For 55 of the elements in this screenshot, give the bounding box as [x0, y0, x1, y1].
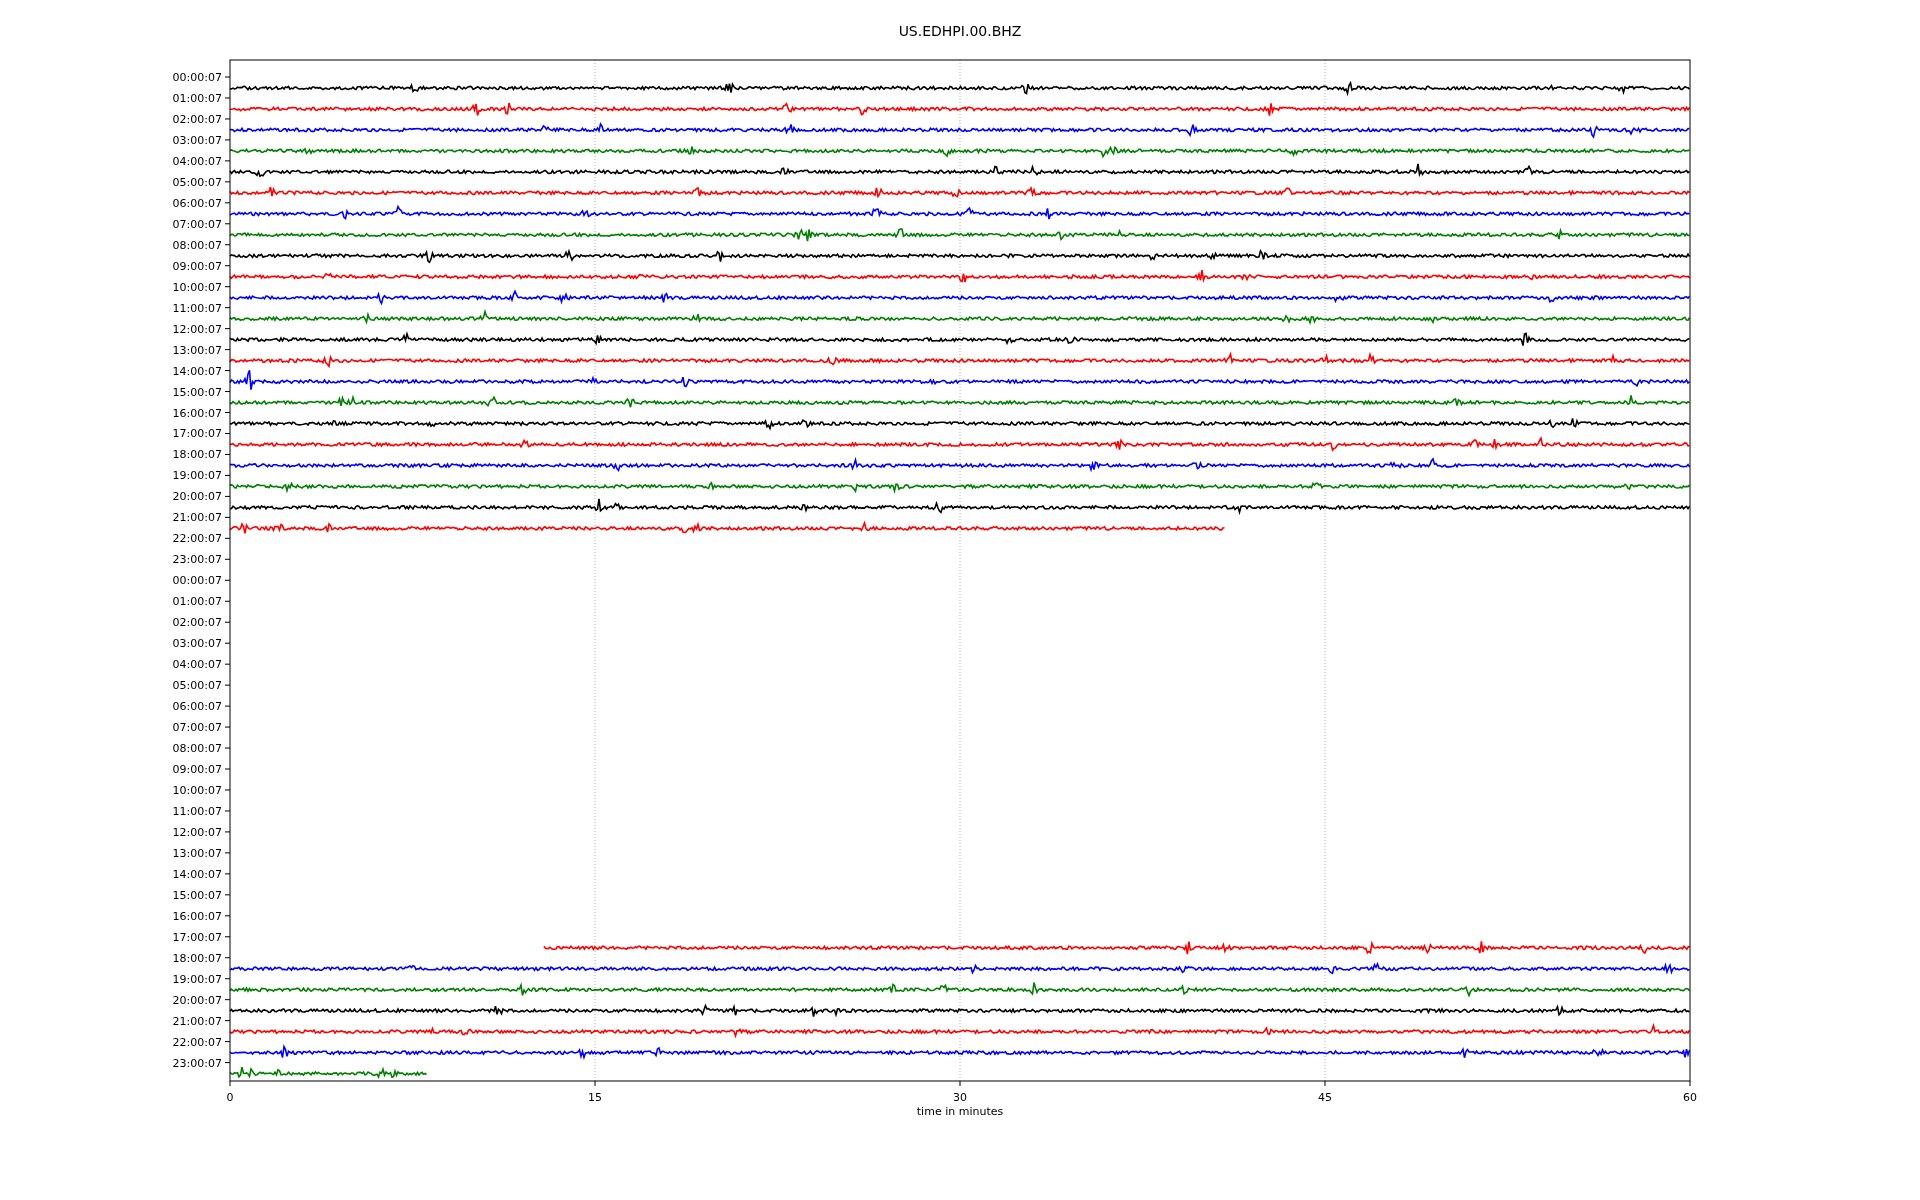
x-tick-label: 0: [226, 1091, 234, 1104]
y-tick-label: 19:00:07: [172, 972, 222, 986]
x-tick-label: 60: [1683, 1091, 1697, 1104]
y-tick-label: 15:00:07: [172, 888, 222, 902]
y-tick-label: 23:00:07: [172, 1056, 222, 1070]
y-tick-label: 07:00:07: [172, 721, 222, 735]
y-tick-label: 18:00:07: [172, 448, 222, 462]
y-tick-label: 02:00:07: [172, 112, 222, 126]
y-tick-label: 04:00:07: [172, 154, 222, 168]
y-tick-label: 12:00:07: [172, 825, 222, 839]
y-tick-label: 09:00:07: [172, 259, 222, 273]
x-axis-label: time in minutes: [916, 1105, 1004, 1118]
y-tick-label: 17:00:07: [172, 930, 222, 944]
y-tick-label: 19:00:07: [172, 469, 222, 483]
plot-title: US.EDHPI.00.BHZ: [898, 23, 1022, 39]
y-tick-label: 21:00:07: [172, 511, 222, 525]
y-tick-label: 20:00:07: [172, 490, 222, 504]
y-tick-label: 00:00:07: [172, 71, 222, 84]
y-tick-label: 00:00:07: [172, 574, 222, 588]
y-tick-label: 08:00:07: [172, 742, 222, 756]
y-tick-label: 05:00:07: [172, 679, 222, 693]
y-tick-label: 22:00:07: [172, 1035, 222, 1049]
x-tick-label: 15: [588, 1091, 602, 1104]
y-tick-label: 16:00:07: [172, 406, 222, 420]
y-tick-label: 01:00:07: [172, 91, 222, 105]
x-tick-label: 30: [953, 1091, 967, 1104]
y-tick-label: 06:00:07: [172, 196, 222, 210]
y-tick-label: 17:00:07: [172, 427, 222, 441]
y-tick-label: 03:00:07: [172, 133, 222, 147]
y-tick-label: 07:00:07: [172, 217, 222, 231]
y-tick-label: 11:00:07: [172, 301, 222, 315]
y-tick-label: 10:00:07: [172, 784, 222, 797]
y-tick-label: 01:00:07: [172, 595, 222, 609]
y-tick-label: 06:00:07: [172, 700, 222, 714]
y-tick-label: 14:00:07: [172, 867, 222, 881]
x-tick-label: 45: [1318, 1091, 1332, 1104]
y-tick-label: 12:00:07: [172, 322, 222, 336]
y-tick-label: 21:00:07: [172, 1014, 222, 1028]
y-tick-label: 08:00:07: [172, 238, 222, 252]
y-tick-label: 05:00:07: [172, 175, 222, 189]
y-tick-label: 18:00:07: [172, 951, 222, 965]
y-tick-label: 02:00:07: [172, 616, 222, 630]
y-tick-label: 04:00:07: [172, 658, 222, 672]
y-tick-label: 16:00:07: [172, 909, 222, 923]
y-tick-label: 15:00:07: [172, 385, 222, 399]
y-tick-label: 03:00:07: [172, 637, 222, 651]
y-tick-label: 09:00:07: [172, 763, 222, 776]
y-tick-label: 11:00:07: [172, 804, 222, 818]
y-tick-label: 22:00:07: [172, 532, 222, 546]
y-tick-label: 14:00:07: [172, 364, 222, 378]
y-tick-label: 23:00:07: [172, 553, 222, 567]
y-tick-label: 20:00:07: [172, 993, 222, 1007]
y-tick-label: 13:00:07: [172, 846, 222, 860]
y-tick-label: 13:00:07: [172, 343, 222, 357]
y-tick-label: 10:00:07: [172, 280, 222, 294]
